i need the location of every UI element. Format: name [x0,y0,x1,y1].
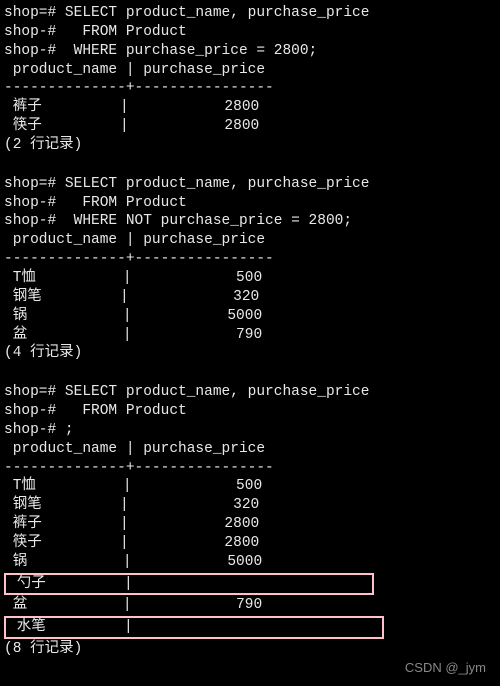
result-row: T恤 | 500 [4,269,496,288]
result-row: 裤子 | 2800 [4,98,496,117]
row-count: (8 行记录) [4,640,496,659]
row-count: (2 行记录) [4,136,496,155]
sql-line: shop=# SELECT product_name, purchase_pri… [4,4,496,23]
result-row: 钢笔 | 320 [4,496,496,515]
result-header: product_name | purchase_price [4,61,496,80]
result-row: 锅 | 5000 [4,307,496,326]
sql-line: shop-# FROM Product [4,402,496,421]
query-block-1: shop=# SELECT product_name, purchase_pri… [4,4,496,155]
result-row: 盆 | 790 [4,596,496,615]
result-row: 裤子 | 2800 [4,515,496,534]
result-separator: --------------+---------------- [4,79,496,98]
watermark: CSDN @_jym [405,660,486,677]
result-row: 锅 | 5000 [4,553,496,572]
sql-line: shop-# FROM Product [4,23,496,42]
result-header: product_name | purchase_price [4,231,496,250]
result-row: 钢笔 | 320 [4,288,496,307]
result-row: 筷子 | 2800 [4,534,496,553]
result-separator: --------------+---------------- [4,459,496,478]
sql-line: shop-# WHERE NOT purchase_price = 2800; [4,212,496,231]
result-separator: --------------+---------------- [4,250,496,269]
sql-line: shop-# FROM Product [4,194,496,213]
result-row: 盆 | 790 [4,326,496,345]
query-block-3: shop=# SELECT product_name, purchase_pri… [4,383,496,659]
result-row: T恤 | 500 [4,477,496,496]
sql-line: shop-# ; [4,421,496,440]
sql-line: shop=# SELECT product_name, purchase_pri… [4,383,496,402]
result-row: 筷子 | 2800 [4,117,496,136]
result-row-highlighted: 勺子 | [4,573,374,596]
sql-line: shop=# SELECT product_name, purchase_pri… [4,175,496,194]
result-header: product_name | purchase_price [4,440,496,459]
query-block-2: shop=# SELECT product_name, purchase_pri… [4,175,496,363]
sql-line: shop-# WHERE purchase_price = 2800; [4,42,496,61]
result-row-highlighted: 水笔 | [4,616,384,639]
row-count: (4 行记录) [4,344,496,363]
